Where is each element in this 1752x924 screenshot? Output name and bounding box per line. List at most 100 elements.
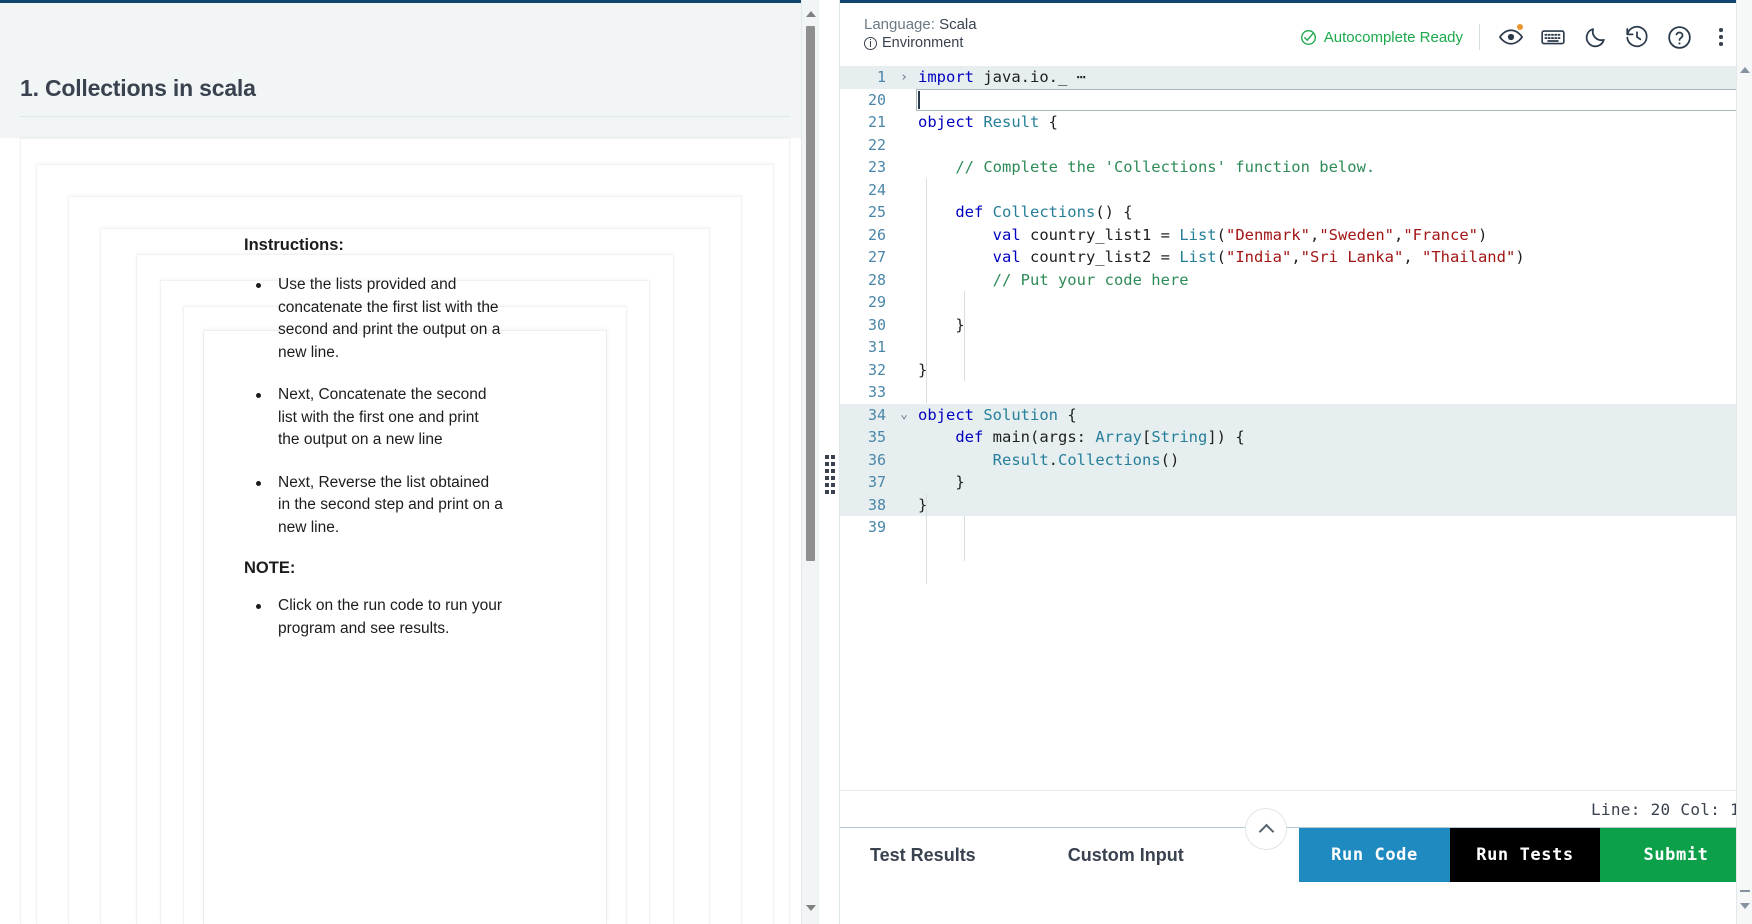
bottom-tabs: Test Results Custom Input [840,828,1206,882]
list-item: Use the lists provided and concatenate t… [244,274,504,364]
note-heading: NOTE: [244,559,296,577]
editor-bottom-bar: Test Results Custom Input Run Code Run T… [840,808,1752,882]
code-line[interactable]: 38} [840,493,1752,516]
submit-button[interactable]: Submit [1600,828,1752,882]
page-title: 1. Collections in scala [20,75,256,101]
page-scrollbar-track[interactable] [1740,890,1750,892]
dark-mode-icon[interactable] [1574,18,1616,56]
line-number: 37 [867,473,886,492]
scrollbar-thumb[interactable] [806,26,815,561]
editor-status-bar: Line: 20 Col: 1 [840,790,1752,828]
eye-icon[interactable] [1490,18,1532,56]
editor-toolbar-actions: Autocomplete Ready [1300,16,1742,56]
line-number: 26 [867,225,886,244]
instructions-heading: Instructions: [244,236,344,254]
code-text: val country_list2 = List("India","Sri La… [992,248,1525,267]
note-list: Click on the run code to run your progra… [244,595,504,640]
indent-guide [964,291,965,381]
panel-splitter[interactable] [818,0,840,924]
code-text: } [918,315,965,334]
autocomplete-status: Autocomplete Ready [1300,29,1463,46]
code-line[interactable]: 25 def Collections() { [840,201,1752,224]
tab-test-results[interactable]: Test Results [870,828,998,882]
scroll-down-arrow-icon[interactable] [802,899,818,916]
line-number: 27 [867,248,886,267]
code-line[interactable]: 23 // Complete the 'Collections' functio… [840,156,1752,179]
autocomplete-label: Autocomplete Ready [1323,28,1463,46]
keyboard-icon[interactable] [1532,18,1574,56]
code-line[interactable]: 22 [840,134,1752,157]
page-scroll-up-icon[interactable] [1737,62,1752,78]
language-value[interactable]: Scala [939,16,977,33]
indent-guide [964,516,965,561]
fold-toggle-icon[interactable]: ⌄ [892,408,916,421]
drag-handle-icon[interactable] [825,455,835,494]
code-line[interactable]: 33 [840,381,1752,404]
page-scrollbar[interactable] [1736,0,1752,924]
code-text: // Put your code here [918,270,1189,289]
code-text: object Result { [918,113,1058,132]
problem-header [0,0,818,138]
toolbar-divider [1479,24,1480,50]
code-line[interactable]: 30 } [840,314,1752,337]
code-line[interactable]: 24 [840,179,1752,202]
code-text: val country_list1 = List("Denmark","Swed… [992,225,1488,244]
code-line[interactable]: 39 [840,516,1752,539]
editor-toolbar: Language: Scala Environment Autocomplete… [840,3,1752,66]
notification-dot [1517,24,1523,30]
page-scroll-down-icon[interactable] [1737,898,1752,914]
code-line[interactable]: 35 def main(args: Array[String]) { [840,426,1752,449]
line-number: 39 [867,518,886,537]
environment-label: Environment [882,35,964,51]
code-line[interactable]: 36 Result.Collections() [840,448,1752,471]
line-number: 23 [867,158,886,177]
code-line[interactable]: 27 val country_list2 = List("India","Sri… [840,246,1752,269]
code-line[interactable]: 34 ⌄ object Solution { [840,403,1752,426]
indent-guide [926,178,927,403]
line-number: 36 [867,450,886,469]
list-item: Next, Reverse the list obtained in the s… [244,472,504,540]
code-text: import java.io._ ⋯ [918,68,1087,87]
code-text: Result.Collections() [992,450,1180,469]
line-number: 30 [867,315,886,334]
language-row[interactable]: Language: Scala [864,16,977,33]
environment-link[interactable]: Environment [864,35,977,51]
title-divider [20,116,790,117]
text-caret [918,91,920,109]
active-line-indicator [916,88,1746,111]
code-line[interactable]: 1 › import java.io._ ⋯ [840,66,1752,89]
scroll-up-arrow-icon[interactable] [802,5,818,22]
problem-panel-scrollbar[interactable] [801,0,818,924]
line-number: 29 [867,293,886,312]
line-number: 25 [867,203,886,222]
code-line[interactable]: 37 } [840,471,1752,494]
code-line[interactable]: 32} [840,359,1752,382]
code-lines[interactable]: 1 › import java.io._ ⋯ 20 21 object Result {2… [840,66,1752,539]
code-line[interactable]: 28 // Put your code here [840,269,1752,292]
language-block: Language: Scala Environment [864,16,977,51]
help-icon[interactable] [1658,18,1700,56]
collapse-panel-button[interactable] [1245,808,1287,850]
problem-statement-panel: 1. Collections in scala Instructions: Us… [0,0,818,924]
line-number: 33 [867,383,886,402]
list-item: Click on the run code to run your progra… [244,595,504,640]
run-tests-button[interactable]: Run Tests [1450,828,1600,882]
run-code-button[interactable]: Run Code [1299,828,1450,882]
code-line[interactable]: 29 [840,291,1752,314]
line-number: 1 [876,68,886,87]
list-item: Next, Concatenate the second list with t… [244,384,504,452]
history-icon[interactable] [1616,18,1658,56]
chevron-up-icon [1258,823,1274,839]
line-number: 24 [867,180,886,199]
language-label: Language: [864,16,935,33]
code-editor[interactable]: 1 › import java.io._ ⋯ 20 21 object Result {2… [840,66,1752,790]
code-text: object Solution { [918,405,1077,424]
code-line[interactable]: 31 [840,336,1752,359]
line-number: 35 [867,428,886,447]
fold-toggle-icon[interactable]: › [892,71,916,84]
code-line[interactable]: 21 object Result { [840,111,1752,134]
tab-custom-input[interactable]: Custom Input [998,828,1206,882]
code-line[interactable]: 26 val country_list1 = List("Denmark","S… [840,224,1752,247]
bottom-actions: Run Code Run Tests Submit [1299,828,1752,882]
instructions-list: Use the lists provided and concatenate t… [244,274,504,539]
